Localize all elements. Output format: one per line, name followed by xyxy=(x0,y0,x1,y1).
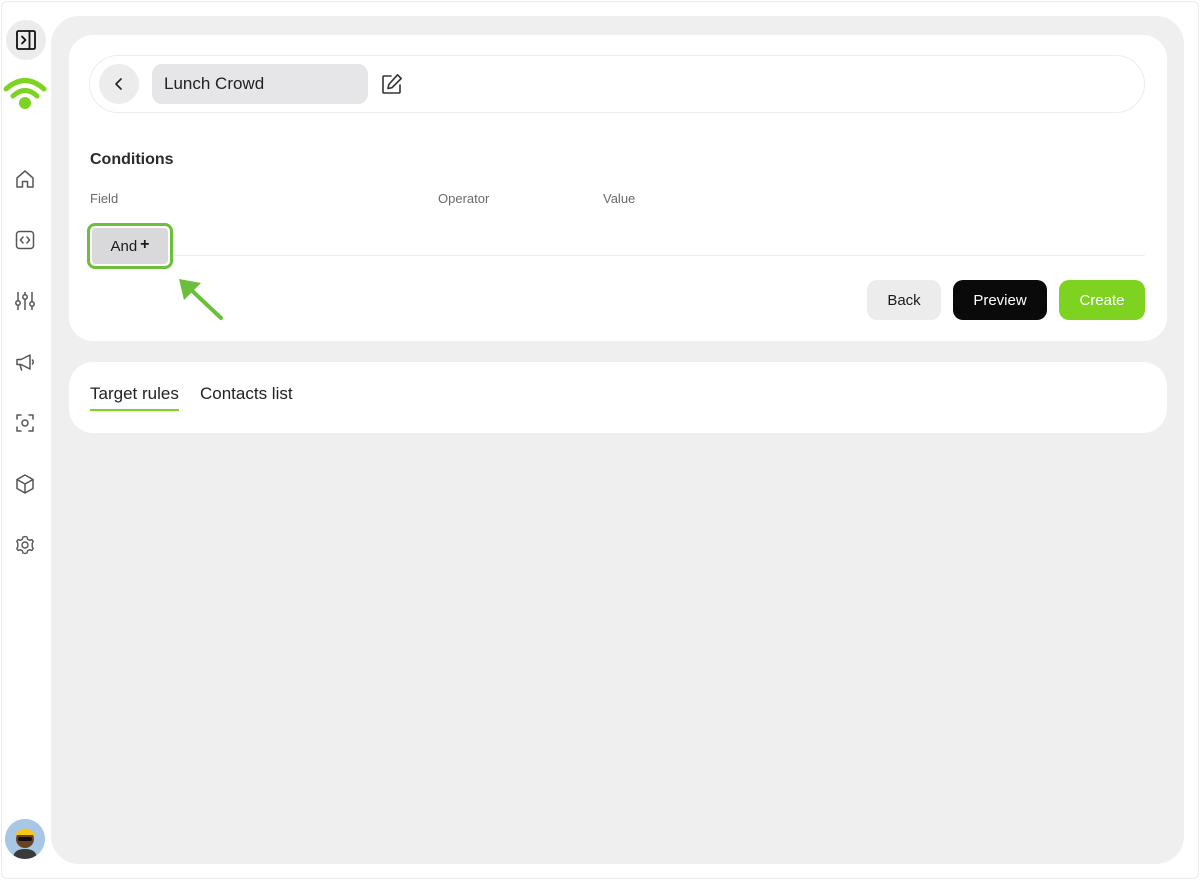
back-button[interactable]: Back xyxy=(867,280,941,320)
segment-name-field[interactable]: Lunch Crowd xyxy=(152,64,368,104)
tab-target-rules[interactable]: Target rules xyxy=(90,384,179,411)
sidebar xyxy=(0,0,50,880)
preview-button[interactable]: Preview xyxy=(953,280,1047,320)
sliders-icon xyxy=(15,292,35,310)
nav-settings-sliders[interactable] xyxy=(10,286,40,316)
megaphone-icon xyxy=(16,354,34,371)
plus-icon: + xyxy=(140,235,150,253)
chevron-left-icon xyxy=(115,78,122,90)
cube-icon xyxy=(16,474,34,494)
avatar-icon xyxy=(5,819,45,859)
segment-editor-card: Lunch Crowd Conditions Field Operator Va… xyxy=(69,35,1167,341)
column-header-operator: Operator xyxy=(438,191,490,206)
column-header-value: Value xyxy=(603,191,636,206)
code-icon xyxy=(15,230,35,250)
create-button[interactable]: Create xyxy=(1059,280,1145,320)
main-content: Lunch Crowd Conditions Field Operator Va… xyxy=(51,16,1184,864)
sidebar-toggle-icon xyxy=(16,30,36,50)
tab-contacts-list[interactable]: Contacts list xyxy=(200,384,293,409)
segment-header: Lunch Crowd xyxy=(89,55,1145,113)
and-button-inner: And + xyxy=(92,228,168,264)
nav-campaigns[interactable] xyxy=(10,347,40,377)
nav-scan[interactable] xyxy=(10,408,40,438)
home-icon xyxy=(16,170,34,188)
edit-name-button[interactable] xyxy=(380,72,404,96)
edit-pencil-icon xyxy=(382,74,402,94)
nav-settings[interactable] xyxy=(10,530,40,560)
nav-code[interactable] xyxy=(10,225,40,255)
tabs-card: Target rules Contacts list xyxy=(69,362,1167,433)
pointer-arrow-icon xyxy=(179,279,223,320)
gear-icon xyxy=(16,535,34,555)
conditions-title: Conditions xyxy=(90,151,174,168)
conditions-divider xyxy=(90,255,1145,256)
user-avatar[interactable] xyxy=(5,819,45,859)
wifi-logo-icon xyxy=(3,78,47,109)
and-label: And xyxy=(110,237,138,255)
nav-home[interactable] xyxy=(10,164,40,194)
scan-icon xyxy=(16,414,34,432)
nav-products[interactable] xyxy=(10,469,40,499)
back-arrow-button[interactable] xyxy=(99,64,139,104)
add-and-condition-button[interactable]: And + xyxy=(87,223,173,269)
sidebar-toggle-button[interactable] xyxy=(6,20,46,60)
column-header-field: Field xyxy=(90,191,119,206)
